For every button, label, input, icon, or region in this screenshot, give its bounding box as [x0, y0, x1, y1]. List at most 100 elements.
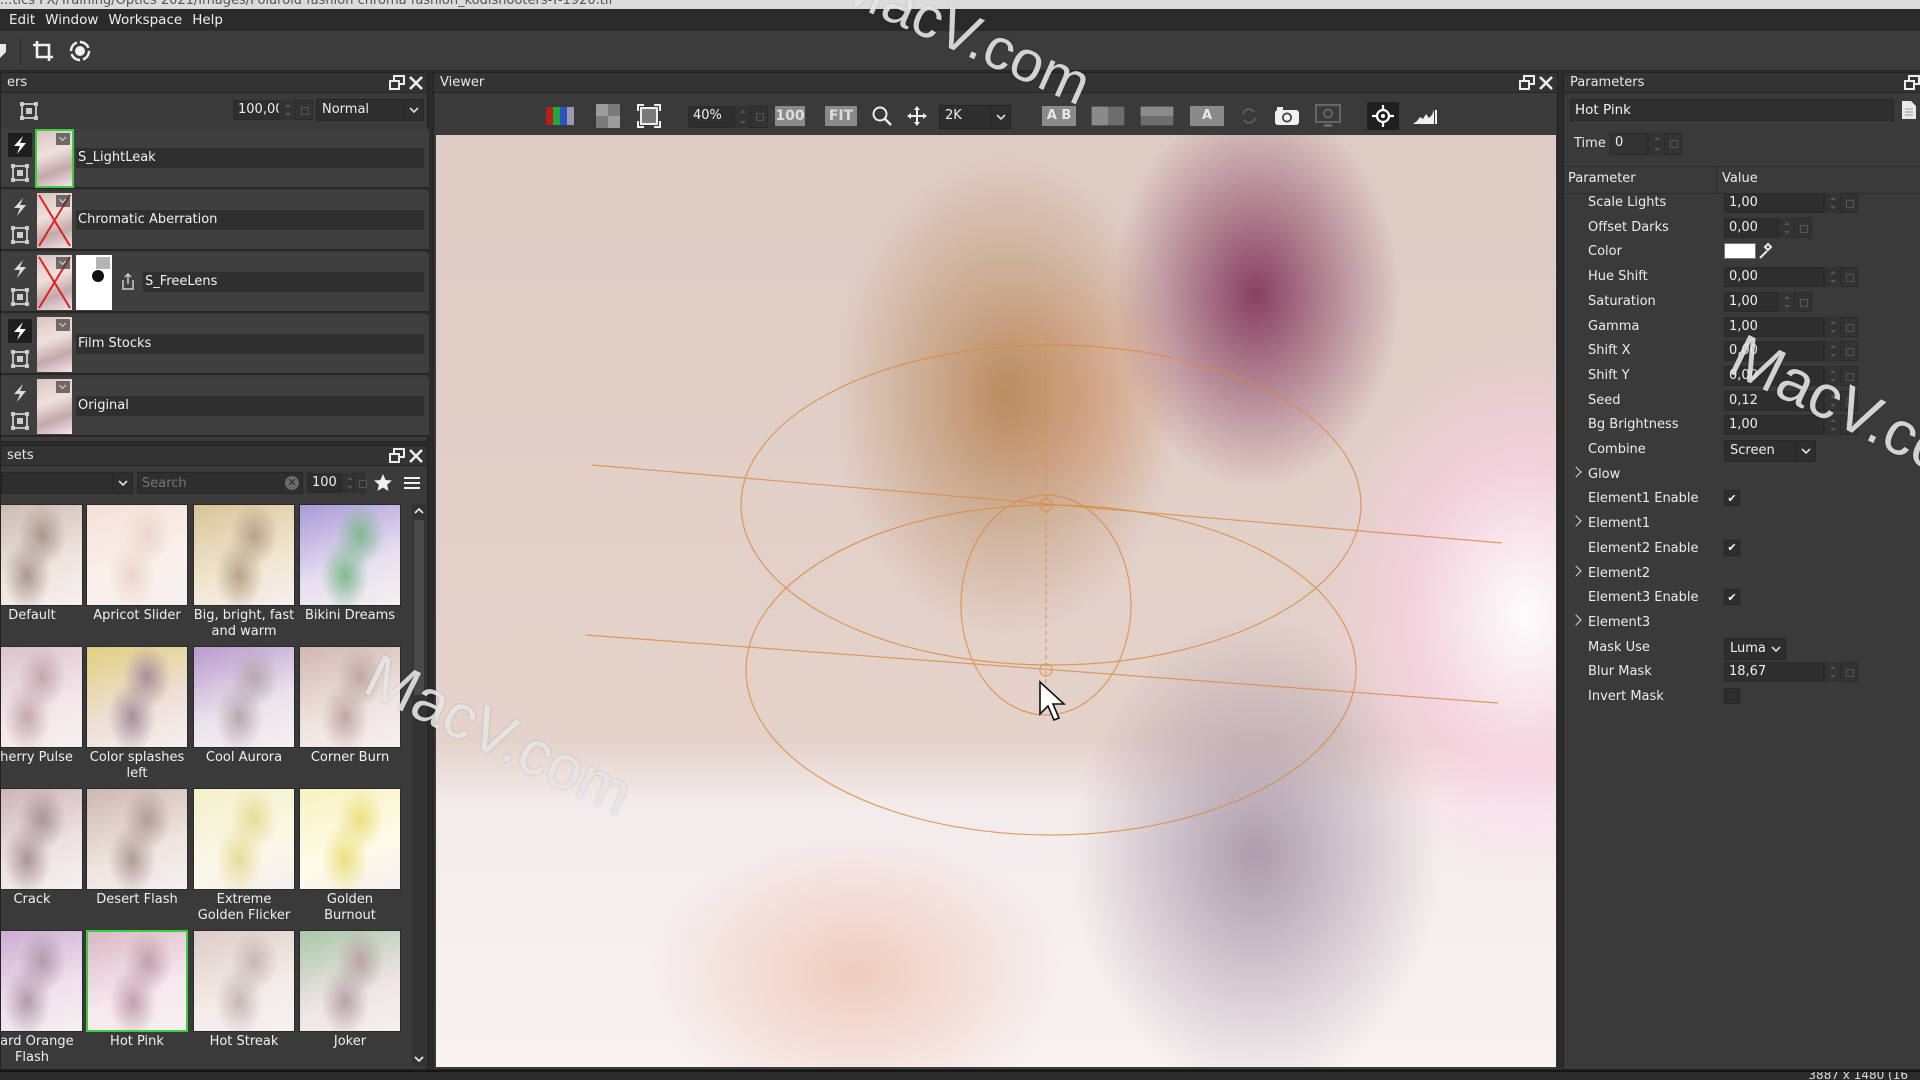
param-value-field[interactable]: 0,00 [1724, 341, 1824, 362]
param-spinner[interactable] [1824, 267, 1840, 288]
param-select[interactable]: Luma [1724, 637, 1786, 660]
region-of-interest-icon[interactable] [635, 102, 663, 130]
refresh-icon[interactable] [1237, 102, 1261, 130]
param-checkbox[interactable]: ✔ [1724, 490, 1740, 507]
overlay-compare-button[interactable]: A [1189, 102, 1225, 130]
float-panel-icon[interactable] [1519, 75, 1535, 91]
preset-item[interactable]: Golden Burnout [299, 788, 401, 924]
layer-mask-icon[interactable] [19, 101, 39, 121]
layer-opacity-field[interactable]: 100,00 [233, 100, 284, 120]
float-panel-icon[interactable] [1904, 75, 1920, 91]
zoom-fit-button[interactable]: FIT [825, 106, 857, 126]
layer-row[interactable]: S_LightLeak [1, 129, 429, 189]
chevron-down-icon[interactable] [56, 133, 70, 145]
param-reset[interactable] [1840, 341, 1858, 362]
preset-item[interactable]: Default [1, 504, 83, 624]
layer-row[interactable]: Original [1, 377, 429, 437]
preset-item[interactable]: Big, bright, fast and warm [193, 504, 295, 640]
param-reset[interactable] [1840, 390, 1858, 411]
layer-fx-toggle-icon[interactable] [8, 381, 32, 405]
param-spinner[interactable] [1824, 341, 1840, 362]
preset-thumbnail[interactable] [299, 646, 401, 748]
chevron-right-icon[interactable] [1570, 564, 1582, 577]
preset-thumbnail[interactable] [86, 930, 188, 1032]
layer-name[interactable]: Chromatic Aberration [76, 210, 424, 230]
preset-thumbnail[interactable] [193, 504, 295, 606]
preset-thumbnail[interactable] [1, 646, 83, 748]
rgb-channels-icon[interactable] [545, 102, 577, 130]
preset-thumbnail[interactable] [1, 930, 83, 1032]
param-reset[interactable] [1794, 291, 1812, 312]
preset-item[interactable]: Hot Streak [193, 930, 295, 1050]
preset-thumbnail[interactable] [193, 788, 295, 890]
preset-item[interactable]: Apricot Slider [86, 504, 188, 624]
preset-category-dropdown[interactable] [1, 472, 133, 494]
preset-item[interactable]: Cool Aurora [193, 646, 295, 766]
zoom-spinner[interactable] [734, 106, 750, 128]
share-icon[interactable] [121, 272, 135, 291]
param-reset[interactable] [1840, 662, 1858, 683]
preset-thumbnail[interactable] [86, 788, 188, 890]
chevron-right-icon[interactable] [1570, 466, 1582, 478]
param-spinner[interactable] [1824, 415, 1840, 436]
layer-name[interactable]: S_FreeLens [143, 272, 424, 292]
preset-item[interactable]: Desert Flash [86, 788, 188, 908]
preset-item[interactable]: Crack [1, 788, 83, 908]
layer-fx-toggle-icon[interactable] [8, 257, 32, 281]
param-reset[interactable] [1840, 193, 1858, 213]
float-panel-icon[interactable] [389, 75, 405, 91]
param-spinner[interactable] [1824, 390, 1840, 411]
thumb-size-reset[interactable] [353, 473, 367, 493]
preset-item[interactable]: Hard Orange Flash [1, 930, 83, 1066]
menu-window[interactable]: Window [40, 12, 103, 28]
param-reset[interactable] [1840, 267, 1858, 288]
menu-lines-icon[interactable] [403, 475, 421, 491]
pan-move-icon[interactable] [904, 102, 930, 130]
layer-name[interactable]: S_LightLeak [76, 148, 424, 168]
layer-name[interactable]: Original [76, 396, 424, 416]
eyedropper-icon[interactable] [1757, 242, 1773, 260]
preset-name-field[interactable]: Hot Pink [1570, 99, 1894, 121]
param-value-field[interactable]: 0,00 [1724, 217, 1778, 238]
param-checkbox[interactable] [1724, 688, 1740, 704]
param-value-field[interactable]: 18,67 [1724, 662, 1824, 683]
checkerboard-icon[interactable] [594, 102, 622, 130]
zoom-reset[interactable] [750, 106, 768, 128]
param-spinner[interactable] [1778, 217, 1794, 238]
layer-visibility-icon[interactable] [8, 161, 32, 185]
param-value-field[interactable]: 1,00 [1724, 415, 1824, 436]
preset-item[interactable]: Hot Pink [86, 930, 188, 1050]
layer-name[interactable]: Film Stocks [76, 334, 424, 354]
param-value-field[interactable]: 0,12 [1724, 390, 1824, 411]
param-checkbox[interactable]: ✔ [1724, 589, 1740, 606]
preset-item[interactable]: Color splashes left [86, 646, 188, 782]
split-vertical-icon[interactable] [1090, 102, 1126, 130]
preset-thumbnail[interactable] [299, 788, 401, 890]
layer-thumbnail[interactable] [37, 317, 72, 372]
layer-row[interactable]: Chromatic Aberration [1, 191, 429, 251]
document-icon[interactable] [1901, 100, 1917, 120]
time-reset[interactable] [1664, 133, 1682, 155]
split-horizontal-icon[interactable] [1139, 102, 1175, 130]
float-panel-icon[interactable] [389, 448, 405, 464]
param-value-field[interactable]: 1,00 [1724, 193, 1824, 213]
preset-thumbnail[interactable] [86, 646, 188, 748]
layer-thumbnail[interactable] [35, 129, 74, 188]
color-swatch[interactable] [1724, 243, 1756, 260]
chevron-down-icon[interactable] [56, 257, 70, 269]
thumb-size-field[interactable]: 100 [307, 473, 341, 493]
time-spinner[interactable] [1648, 133, 1664, 155]
param-reset[interactable] [1840, 365, 1858, 386]
preset-item[interactable]: Corner Burn [299, 646, 401, 766]
scroll-thumb[interactable] [414, 520, 424, 695]
snapshot-camera-icon[interactable] [1272, 102, 1302, 130]
layer-fx-toggle-icon[interactable] [8, 133, 32, 157]
clear-search-icon[interactable]: ✕ [285, 476, 299, 490]
param-reset[interactable] [1794, 217, 1812, 238]
param-spinner[interactable] [1778, 291, 1794, 312]
close-panel-icon[interactable] [1538, 75, 1554, 91]
layer-mask-thumbnail[interactable] [76, 255, 112, 310]
layer-opacity-reset[interactable] [295, 100, 313, 120]
resolution-dropdown[interactable]: 2K [939, 105, 1011, 129]
zoom-level-field[interactable]: 40% [688, 106, 734, 128]
